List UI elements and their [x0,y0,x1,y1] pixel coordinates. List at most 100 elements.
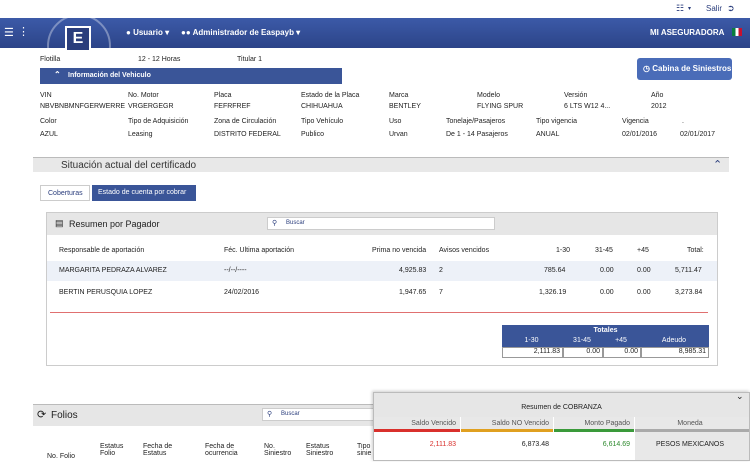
totales-header: Adeudo [641,336,709,347]
clock-icon: ◷ [643,64,650,73]
vehicle-info-title: Información del Vehiculo [68,72,151,79]
cell-avisos: 2 [439,267,443,274]
insurer-name: MI ASEGURADORA [650,28,725,37]
col-1-30: 1-30 [556,247,571,254]
chevron-down-icon[interactable]: ⌄ [736,391,744,402]
motor-value: VRGERGEGR [128,103,174,110]
cobranza-saldo-vencido: Saldo Vencido 2,111.83 [374,417,460,462]
col-folio: No. Folio [47,453,76,460]
vigencia-fin-header: . [682,118,684,125]
cell-1-30: 1,326.19 [539,289,567,296]
col-45: +45 [637,247,649,254]
situacion-title: Situación actual del certificado [61,160,197,171]
admin-menu[interactable]: ●● Administrador de Easpayb ▾ [181,28,300,37]
marca-header: Marca [389,92,409,99]
marca-value: BENTLEY [389,103,421,110]
tab-coberturas[interactable]: Coberturas [40,185,90,201]
cobranza-label: Saldo NO Vencido [461,417,553,429]
vigencia-header: Vigencia [622,118,649,125]
col-estatus-folio: Estatus Folio [100,443,124,457]
vigencia-fin-value: 02/01/2017 [680,131,716,138]
search-icon: ⚲ [267,411,273,418]
cell-fecha: 24/02/2016 [224,289,260,296]
logout-link[interactable]: Salir [706,4,722,13]
mexico-flag-icon [732,28,742,36]
cobranza-value: 6,873.48 [521,441,549,448]
flotilla-label: Flotilla [40,56,61,63]
resumen-search-placeholder: Buscar [286,220,305,226]
more-vertical-icon[interactable]: ⋮ [18,25,29,38]
totales-table: Totales 1-30 31-45 +45 Adeudo 2,111.83 0… [502,325,709,358]
col-fecha: Féc. Ultima aportación [224,247,295,254]
user-menu[interactable]: ● Usuario ▾ [126,28,169,37]
chevron-up-icon[interactable]: ⌃ [713,158,722,171]
cabina-siniestros-button[interactable]: ◷ Cabina de Siniestros [637,58,732,80]
totales-value: 2,111.83 [502,347,563,358]
cell-45: 0.00 [637,289,651,296]
totales-value: 0.00 [563,347,603,358]
cobranza-moneda: Moneda PESOS MEXICANOS [635,417,749,462]
logo-e-icon: E [65,26,91,52]
cobranza-label: Monto Pagado [554,417,634,429]
cell-prima: 1,947.65 [399,289,427,296]
main-nav: ☰ ⋮ ● Usuario ▾ ●● Administrador de Easp… [0,18,750,48]
document-icon: ▤ [55,218,64,228]
spinner-icon: ⟳ [37,409,47,421]
totales-header: 31-45 [563,336,603,347]
adquisicion-value: Leasing [128,131,153,138]
vigencia-value: 02/01/2016 [622,131,658,138]
totales-header-row: 1-30 31-45 +45 Adeudo [502,336,709,347]
uso-value: Urvan [389,131,408,138]
tonelaje-header: Tonelaje/Pasajeros [446,118,506,125]
notification-icon[interactable]: ☷ [676,3,684,14]
totales-header: +45 [603,336,641,347]
anio-header: Año [651,92,664,99]
cobranza-label: Moneda [635,417,749,429]
top-bar: ☷ ▾ Salir ➲ [0,0,750,18]
cobranza-value: 6,614.69 [602,441,630,448]
col-31-45: 31-45 [595,247,613,254]
cobranza-value: PESOS MEXICANOS [635,432,749,460]
dropdown-caret-icon[interactable]: ▾ [688,5,691,12]
divider [50,312,708,313]
search-icon: ⚲ [272,220,278,227]
cabina-siniestros-label: Cabina de Siniestros [652,64,732,73]
admin-menu-label: Administrador de Easpayb [192,28,294,37]
table-row[interactable]: BERTIN PERUSQUIA LOPEZ 24/02/2016 1,947.… [47,283,717,303]
flotilla-horas: 12 - 12 Horas [138,56,181,63]
col-fecha-estatus: Fecha de Estatus [143,443,173,457]
cell-responsable: BERTIN PERUSQUIA LOPEZ [59,289,153,296]
cell-31-45: 0.00 [600,267,614,274]
estado-placa-value: CHIHUAHUA [301,103,343,110]
cell-total: 3,273.84 [675,289,703,296]
folios-search-input[interactable]: ⚲ Buscar [262,408,374,421]
motor-header: No. Motor [128,92,159,99]
col-estatus-siniestro: Estatus Siniestro [306,443,334,457]
resumen-search-input[interactable]: ⚲ Buscar [267,217,495,230]
tipo-vigencia-header: Tipo vigencia [536,118,577,125]
adquisicion-header: Tipo de Adquisición [128,118,189,125]
vehicle-info-header[interactable]: ⌃ Información del Vehiculo [40,68,342,84]
col-responsable: Responsable de aportación [59,247,145,254]
modelo-value: FLYING SPUR [477,103,524,110]
table-row[interactable]: MARGARITA PEDRAZA ALVAREZ --/--/---- 4,9… [47,261,717,281]
cell-31-45: 0.00 [600,289,614,296]
placa-value: FEFRFREF [214,103,251,110]
folios-title: Folios [51,410,78,421]
cell-responsable: MARGARITA PEDRAZA ALVAREZ [59,267,167,274]
resumen-title: Resumen por Pagador [69,219,160,229]
tab-estado-cuenta[interactable]: Estado de cuenta por cobrar [92,185,196,201]
totales-value: 0.00 [603,347,641,358]
situacion-section-header[interactable]: Situación actual del certificado ⌃ [33,157,729,172]
cobranza-monto-pagado: Monto Pagado 6,614.69 [554,417,634,462]
tipo-vehiculo-header: Tipo Vehículo [301,118,344,125]
cobranza-saldo-no-vencido: Saldo NO Vencido 6,873.48 [461,417,553,462]
estado-placa-header: Estado de la Placa [301,92,360,99]
logout-icon[interactable]: ➲ [727,3,735,14]
totales-value-row: 2,111.83 0.00 0.00 8,985.31 [502,347,709,358]
resumen-cobranza-panel: Resumen de COBRANZA ⌄ Saldo Vencido 2,11… [373,391,750,462]
menu-icon[interactable]: ☰ [4,26,14,39]
folios-search-placeholder: Buscar [281,411,300,417]
uso-header: Uso [389,118,402,125]
flotilla-titular: Titular 1 [237,56,263,63]
